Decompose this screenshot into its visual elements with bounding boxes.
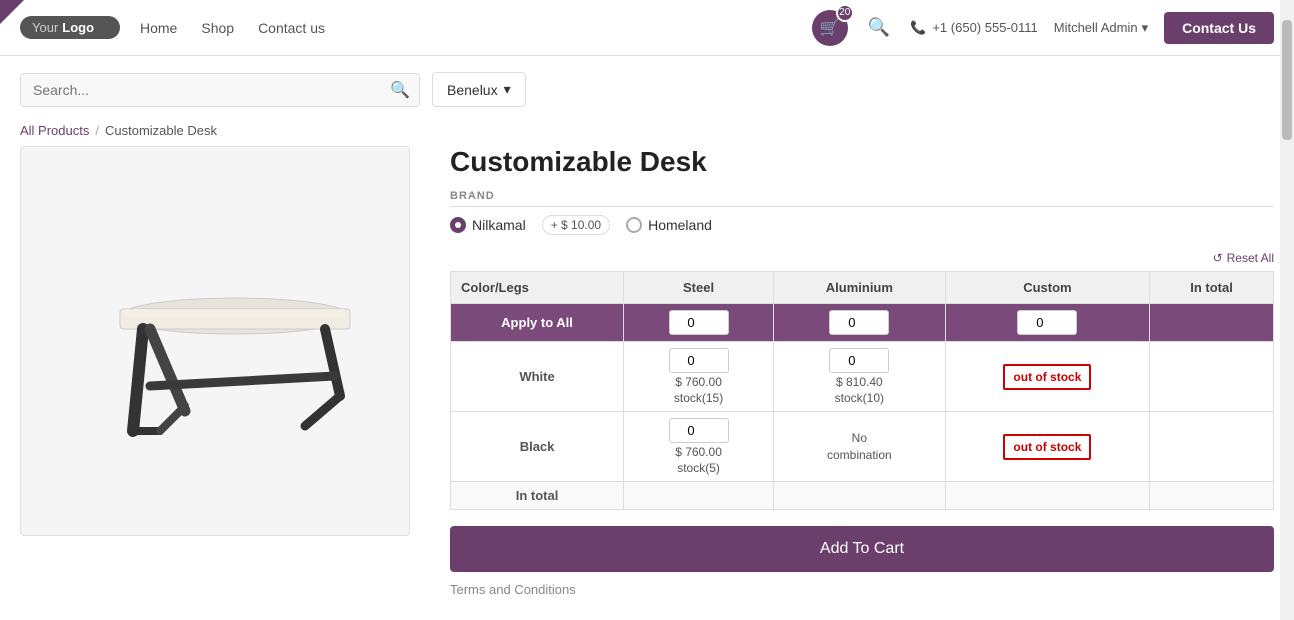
apply-all-steel-input[interactable] bbox=[669, 310, 729, 335]
homeland-label: Homeland bbox=[648, 217, 712, 233]
white-steel-cell: $ 760.00 stock(15) bbox=[624, 342, 774, 412]
in-total-value bbox=[1150, 482, 1274, 510]
brand-homeland[interactable]: Homeland bbox=[626, 217, 712, 233]
brand-nilkamal[interactable]: Nilkamal bbox=[450, 217, 526, 233]
region-chevron-icon: ▾ bbox=[504, 81, 511, 98]
product-title: Customizable Desk bbox=[450, 146, 1274, 178]
reset-all-row: ↺ Reset All bbox=[450, 251, 1274, 265]
reset-icon: ↺ bbox=[1213, 251, 1223, 265]
white-steel-input[interactable] bbox=[669, 348, 729, 373]
nilkamal-radio-icon bbox=[450, 217, 466, 233]
row-color-white: White bbox=[451, 342, 624, 412]
row-color-black: Black bbox=[451, 412, 624, 482]
white-total-cell bbox=[1150, 342, 1274, 412]
apply-to-all-total bbox=[1150, 304, 1274, 342]
table-row-white: White $ 760.00 stock(15) $ 810.40 stock(… bbox=[451, 342, 1274, 412]
white-aluminium-cell: $ 810.40 stock(10) bbox=[774, 342, 946, 412]
brand-section: BRAND Nilkamal + $ 10.00 Homeland bbox=[450, 190, 1274, 235]
brand-options: Nilkamal + $ 10.00 Homeland bbox=[450, 215, 1274, 235]
search-row: 🔍 Benelux ▾ bbox=[0, 56, 1294, 123]
logo[interactable]: Your Logo bbox=[20, 16, 120, 39]
product-image bbox=[75, 221, 355, 461]
search-input[interactable] bbox=[20, 73, 420, 107]
nilkamal-price-badge: + $ 10.00 bbox=[542, 215, 610, 235]
white-custom-cell: out of stock bbox=[945, 342, 1149, 412]
phone-area: 📞 +1 (650) 555-0111 bbox=[910, 20, 1038, 36]
navbar: Your Logo Home Shop Contact us 🛒 20 🔍 📞 … bbox=[0, 0, 1294, 56]
breadcrumb-current: Customizable Desk bbox=[105, 123, 217, 138]
col-header-custom: Custom bbox=[945, 272, 1149, 304]
reset-all-label: Reset All bbox=[1227, 251, 1274, 265]
black-aluminium-no-combo: Nocombination bbox=[827, 431, 892, 462]
white-steel-price: $ 760.00 bbox=[675, 375, 722, 389]
region-label: Benelux bbox=[447, 82, 498, 98]
apply-to-all-aluminium bbox=[774, 304, 946, 342]
nav-contact[interactable]: Contact us bbox=[258, 20, 325, 36]
product-image-container bbox=[20, 146, 410, 536]
in-total-row: In total bbox=[451, 482, 1274, 510]
homeland-radio-icon bbox=[626, 217, 642, 233]
white-aluminium-price: $ 810.40 bbox=[836, 375, 883, 389]
add-to-cart-button[interactable]: Add To Cart bbox=[450, 526, 1274, 572]
in-total-custom bbox=[945, 482, 1149, 510]
black-steel-price: $ 760.00 bbox=[675, 445, 722, 459]
contact-us-button[interactable]: Contact Us bbox=[1164, 12, 1274, 44]
terms-text: Terms and Conditions bbox=[450, 582, 1274, 597]
black-total-cell bbox=[1150, 412, 1274, 482]
scrollbar-track[interactable] bbox=[1280, 0, 1294, 620]
apply-to-all-row: Apply to All bbox=[451, 304, 1274, 342]
apply-all-custom-input[interactable] bbox=[1017, 310, 1077, 335]
col-header-steel: Steel bbox=[624, 272, 774, 304]
nav-shop[interactable]: Shop bbox=[201, 20, 234, 36]
white-steel-stock: stock(15) bbox=[674, 391, 723, 405]
search-wrapper: 🔍 bbox=[20, 73, 420, 107]
dropdown-chevron-icon: ▾ bbox=[1142, 20, 1149, 36]
black-custom-cell: out of stock bbox=[945, 412, 1149, 482]
in-total-aluminium bbox=[774, 482, 946, 510]
main-content: Customizable Desk BRAND Nilkamal + $ 10.… bbox=[0, 146, 1294, 617]
breadcrumb: All Products / Customizable Desk bbox=[0, 123, 1294, 146]
phone-number: +1 (650) 555-0111 bbox=[932, 20, 1037, 35]
white-aluminium-stock: stock(10) bbox=[835, 391, 884, 405]
cart-button[interactable]: 🛒 20 bbox=[812, 10, 848, 46]
apply-to-all-custom bbox=[945, 304, 1149, 342]
col-header-aluminium: Aluminium bbox=[774, 272, 946, 304]
reset-all-button[interactable]: ↺ Reset All bbox=[1213, 251, 1274, 265]
scrollbar-thumb[interactable] bbox=[1282, 20, 1292, 140]
apply-to-all-steel bbox=[624, 304, 774, 342]
nilkamal-label: Nilkamal bbox=[472, 217, 526, 233]
in-total-steel bbox=[624, 482, 774, 510]
phone-icon: 📞 bbox=[910, 20, 926, 36]
brand-label: BRAND bbox=[450, 190, 1274, 207]
black-steel-cell: $ 760.00 stock(5) bbox=[624, 412, 774, 482]
white-aluminium-input[interactable] bbox=[829, 348, 889, 373]
black-aluminium-cell: Nocombination bbox=[774, 412, 946, 482]
logo-logo: Logo bbox=[62, 20, 94, 35]
col-header-in-total: In total bbox=[1150, 272, 1274, 304]
breadcrumb-separator: / bbox=[95, 123, 99, 138]
region-dropdown[interactable]: Benelux ▾ bbox=[432, 72, 526, 107]
logo-your: Your bbox=[32, 20, 58, 35]
nav-icons: 🛒 20 🔍 📞 +1 (650) 555-0111 Mitchell Admi… bbox=[812, 10, 1274, 46]
search-icon-button[interactable]: 🔍 bbox=[864, 13, 894, 42]
white-custom-out-of-stock: out of stock bbox=[1003, 364, 1091, 390]
apply-all-aluminium-input[interactable] bbox=[829, 310, 889, 335]
variants-table: Color/Legs Steel Aluminium Custom In tot… bbox=[450, 271, 1274, 510]
cart-badge: 20 bbox=[836, 4, 854, 22]
in-total-label: In total bbox=[451, 482, 624, 510]
nav-home[interactable]: Home bbox=[140, 20, 177, 36]
apply-to-all-label: Apply to All bbox=[451, 304, 624, 342]
col-header-color: Color/Legs bbox=[451, 272, 624, 304]
black-steel-stock: stock(5) bbox=[677, 461, 720, 475]
table-row-black: Black $ 760.00 stock(5) Nocombination ou… bbox=[451, 412, 1274, 482]
search-icon: 🔍 bbox=[390, 80, 410, 100]
black-steel-input[interactable] bbox=[669, 418, 729, 443]
breadcrumb-all-products[interactable]: All Products bbox=[20, 123, 89, 138]
black-custom-out-of-stock: out of stock bbox=[1003, 434, 1091, 460]
user-name: Mitchell Admin bbox=[1054, 20, 1138, 35]
product-details: Customizable Desk BRAND Nilkamal + $ 10.… bbox=[450, 146, 1274, 597]
nav-links: Home Shop Contact us bbox=[140, 20, 325, 36]
user-dropdown[interactable]: Mitchell Admin ▾ bbox=[1054, 20, 1148, 36]
